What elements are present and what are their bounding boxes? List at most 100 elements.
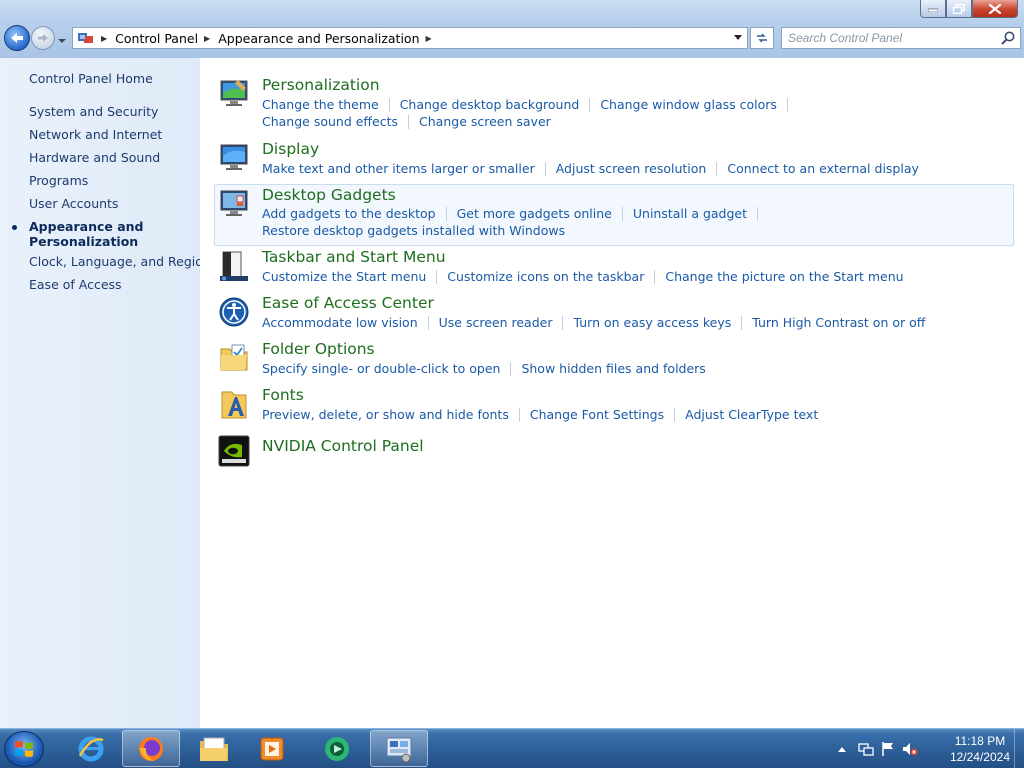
nav-programs[interactable]: Programs (29, 173, 88, 188)
task-link[interactable]: Customize icons on the taskbar (447, 269, 644, 284)
show-desktop-button[interactable] (1014, 729, 1024, 768)
task-link[interactable]: Restore desktop gadgets installed with W… (262, 223, 565, 238)
task-link[interactable]: Preview, delete, or show and hide fonts (262, 407, 509, 422)
internet-explorer-icon (78, 736, 104, 761)
close-button[interactable] (972, 0, 1018, 18)
taskbar-firefox[interactable] (122, 730, 180, 767)
divider (427, 316, 429, 330)
task-link[interactable]: Show hidden files and folders (521, 361, 705, 376)
nav-appearance-and-personalization[interactable]: Appearance and Personalization (29, 219, 179, 249)
breadcrumb-separator-icon[interactable]: ▶ (426, 34, 432, 43)
task-link[interactable]: Customize the Start menu (262, 269, 426, 284)
category-title-nvidia[interactable]: NVIDIA Control Panel (262, 437, 424, 455)
back-button[interactable] (4, 25, 30, 51)
windows-explorer-icon (200, 737, 228, 761)
show-hidden-icons-button[interactable] (834, 741, 850, 757)
desktop-gadgets-icon[interactable] (218, 187, 250, 219)
search-input[interactable] (788, 29, 1000, 47)
taskbar-icon[interactable] (218, 250, 250, 282)
restore-icon (953, 3, 965, 14)
breadcrumb-separator-icon[interactable]: ▶ (101, 34, 107, 43)
category-title-display[interactable]: Display (262, 140, 319, 158)
taskbar-windows-explorer[interactable] (185, 730, 243, 767)
breadcrumb-appearance[interactable]: Appearance and Personalization (218, 31, 419, 46)
category-title-taskbar-start-menu[interactable]: Taskbar and Start Menu (262, 248, 446, 266)
nav-ease-of-access[interactable]: Ease of Access (29, 277, 122, 292)
recent-pages-dropdown[interactable] (58, 34, 66, 43)
address-bar[interactable]: ▶ Control Panel ▶ Appearance and Persona… (72, 27, 748, 49)
network-icon (858, 743, 874, 756)
action-center-button[interactable] (880, 741, 896, 757)
clock[interactable]: 11:18 PM 12/24/2024 (950, 733, 1010, 765)
nav-clock-language-region[interactable]: Clock, Language, and Region (29, 254, 211, 269)
category-title-fonts[interactable]: Fonts (262, 386, 304, 404)
volume-button[interactable] (902, 741, 918, 757)
forward-button[interactable] (31, 26, 55, 50)
nav-user-accounts[interactable]: User Accounts (29, 196, 118, 211)
forward-arrow-icon (38, 34, 48, 42)
task-link[interactable]: Change Font Settings (530, 407, 664, 422)
task-link[interactable]: Change window glass colors (600, 97, 777, 112)
task-line: Restore desktop gadgets installed with W… (262, 223, 565, 238)
search-box[interactable] (781, 27, 1021, 49)
task-link[interactable]: Change sound effects (262, 114, 398, 129)
fonts-icon[interactable] (218, 388, 250, 420)
minimize-button[interactable] (920, 0, 946, 18)
nav-network-and-internet[interactable]: Network and Internet (29, 127, 162, 142)
window-chrome: ▶ Control Panel ▶ Appearance and Persona… (0, 0, 1024, 58)
task-link[interactable]: Add gadgets to the desktop (262, 206, 436, 221)
category-title-folder-options[interactable]: Folder Options (262, 340, 375, 358)
taskbar-media-player[interactable] (243, 730, 301, 767)
task-link[interactable]: Turn High Contrast on or off (752, 315, 925, 330)
network-tray-button[interactable] (858, 741, 874, 757)
refresh-button[interactable] (750, 27, 774, 49)
clock-time: 11:18 PM (954, 734, 1006, 748)
nav-system-and-security[interactable]: System and Security (29, 104, 158, 119)
category-nvidia: NVIDIA Control Panel (214, 434, 1014, 470)
nav-hardware-and-sound[interactable]: Hardware and Sound (29, 150, 160, 165)
refresh-icon (757, 33, 767, 43)
category-title-desktop-gadgets[interactable]: Desktop Gadgets (262, 186, 396, 204)
task-link[interactable]: Make text and other items larger or smal… (262, 161, 535, 176)
display-icon[interactable] (218, 142, 250, 174)
task-line: Specify single- or double-click to open … (262, 361, 706, 376)
task-link[interactable]: Change screen saver (419, 114, 551, 129)
category-title-personalization[interactable]: Personalization (262, 76, 380, 94)
task-link[interactable]: Change desktop background (400, 97, 580, 112)
breadcrumb-control-panel[interactable]: Control Panel (115, 31, 198, 46)
category-personalization: Personalization Change the theme Change … (214, 76, 1014, 132)
task-link[interactable]: Adjust screen resolution (556, 161, 707, 176)
ease-of-access-icon[interactable] (218, 296, 250, 328)
task-link[interactable]: Connect to an external display (727, 161, 919, 176)
task-link[interactable]: Change the picture on the Start menu (665, 269, 903, 284)
search-icon[interactable] (1000, 30, 1016, 46)
media-center-icon (325, 736, 349, 761)
media-player-icon (260, 737, 284, 760)
task-link[interactable]: Turn on easy access keys (573, 315, 731, 330)
task-link[interactable]: Get more gadgets online (457, 206, 612, 221)
folder-options-icon[interactable] (218, 342, 250, 374)
breadcrumb-separator-icon[interactable]: ▶ (204, 34, 210, 43)
task-link[interactable]: Accommodate low vision (262, 315, 418, 330)
nav-control-panel-home[interactable]: Control Panel Home (29, 71, 153, 86)
task-link[interactable]: Specify single- or double-click to open (262, 361, 500, 376)
show-hidden-icons-arrow (838, 747, 846, 752)
task-link[interactable]: Uninstall a gadget (633, 206, 747, 221)
taskbar-internet-explorer[interactable] (62, 730, 120, 767)
personalization-icon[interactable] (218, 78, 250, 110)
address-history-dropdown[interactable] (731, 30, 745, 46)
start-button[interactable] (4, 731, 44, 767)
chevron-down-icon (734, 35, 742, 40)
taskbar-media-center[interactable] (308, 730, 366, 767)
nvidia-icon[interactable] (218, 435, 250, 467)
task-link[interactable]: Adjust ClearType text (685, 407, 818, 422)
control-panel-icon (386, 737, 412, 762)
clock-date: 12/24/2024 (949, 750, 1010, 764)
maximize-button[interactable] (946, 0, 972, 18)
taskbar-control-panel[interactable] (370, 730, 428, 767)
divider (436, 270, 438, 284)
category-title-ease-of-access[interactable]: Ease of Access Center (262, 294, 434, 312)
task-line: Accommodate low vision Use screen reader… (262, 315, 925, 330)
task-link[interactable]: Use screen reader (439, 315, 553, 330)
task-link[interactable]: Change the theme (262, 97, 379, 112)
